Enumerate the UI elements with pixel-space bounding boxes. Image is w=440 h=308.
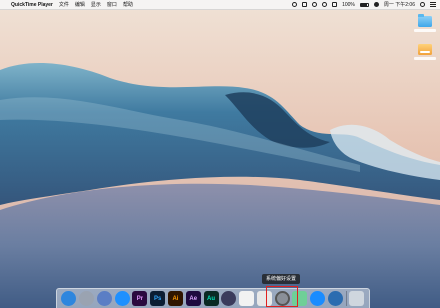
premiere-icon[interactable]: Pr	[132, 291, 148, 306]
time-machine-icon[interactable]	[292, 2, 298, 7]
airplay-icon[interactable]	[302, 2, 308, 7]
folder-icon	[418, 14, 432, 27]
notification-center-icon[interactable]	[430, 2, 436, 7]
drive-icon	[418, 44, 432, 55]
battery-icon[interactable]	[359, 2, 369, 7]
volume-icon[interactable]	[332, 2, 338, 7]
desktop-folder-label	[414, 29, 436, 32]
menu-window[interactable]: 窗口	[107, 1, 117, 8]
trash-icon[interactable]	[349, 291, 365, 306]
menu-file[interactable]: 文件	[59, 1, 69, 8]
desktop-drive-label	[414, 57, 436, 60]
dock-separator	[345, 291, 347, 306]
bluetooth-icon[interactable]	[312, 2, 318, 7]
dock: Pr Ps Ai Ae Au	[56, 288, 370, 308]
maps-icon[interactable]	[114, 291, 130, 306]
highlight-box	[266, 286, 298, 307]
menu-help[interactable]: 帮助	[123, 1, 133, 8]
user-icon[interactable]	[373, 2, 379, 7]
photoshop-icon[interactable]: Ps	[150, 291, 166, 306]
after-effects-icon[interactable]: Ae	[185, 291, 201, 306]
notes-icon[interactable]	[239, 291, 255, 306]
safari-icon[interactable]	[96, 291, 112, 306]
clock[interactable]: 周一 下午2:06	[384, 1, 415, 8]
app-icon[interactable]	[221, 291, 237, 306]
menu-edit[interactable]: 编辑	[75, 1, 85, 8]
app-menu[interactable]: QuickTime Player	[11, 2, 53, 8]
menu-bar: QuickTime Player 文件 编辑 显示 窗口 帮助 100% 周一 …	[0, 0, 440, 10]
spotlight-icon[interactable]	[420, 2, 425, 7]
wifi-icon[interactable]	[322, 2, 328, 7]
desktop-wallpaper	[0, 0, 440, 308]
desktop-drive-icon[interactable]	[414, 44, 436, 60]
launchpad-icon[interactable]	[79, 291, 95, 306]
audition-icon[interactable]: Au	[203, 291, 219, 306]
finder-icon[interactable]	[61, 291, 77, 306]
illustrator-icon[interactable]: Ai	[167, 291, 183, 306]
menu-view[interactable]: 显示	[91, 1, 101, 8]
battery-percent[interactable]: 100%	[342, 2, 355, 8]
wave-image	[0, 0, 440, 308]
quicktime-icon[interactable]	[327, 291, 343, 306]
desktop-folder-icon[interactable]	[414, 14, 436, 32]
appstore-icon[interactable]	[310, 291, 326, 306]
dock-tooltip: 系统偏好设置	[262, 274, 301, 284]
